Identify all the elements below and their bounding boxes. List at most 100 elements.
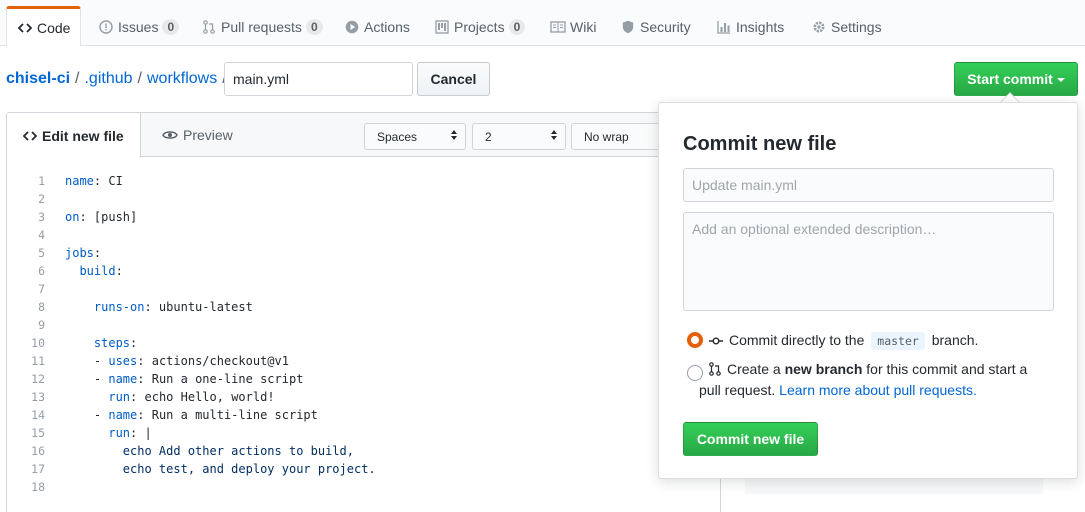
tab-issues-label: Issues xyxy=(118,18,159,35)
new-branch-prefix: Create a xyxy=(727,361,781,377)
code-line: 2 xyxy=(7,190,720,208)
commit-popover: Commit new file Commit directly to the m… xyxy=(658,102,1078,479)
tab-settings[interactable]: Settings xyxy=(801,6,892,47)
tab-insights[interactable]: Insights xyxy=(706,6,794,47)
tab-actions[interactable]: Actions xyxy=(334,6,420,47)
line-number: 12 xyxy=(31,372,45,386)
branch-name-badge: master xyxy=(871,332,925,350)
code-line: 11 - uses: actions/checkout@v1 xyxy=(7,352,720,370)
line-text xyxy=(45,280,65,298)
code-line: 12 - name: Run a one-line script xyxy=(7,370,720,388)
tab-issues[interactable]: Issues 0 xyxy=(88,6,189,47)
line-text: run: echo Hello, world! xyxy=(108,390,275,404)
tab-wiki-label: Wiki xyxy=(570,18,597,35)
line-number: 1 xyxy=(38,174,45,188)
select-arrows-icon xyxy=(451,130,458,140)
line-text: build: xyxy=(79,264,123,278)
indent-size-value: 2 xyxy=(485,129,492,144)
line-number: 17 xyxy=(31,462,45,476)
line-number: 3 xyxy=(38,210,45,224)
code-line: 17 echo test, and deploy your project. xyxy=(7,460,720,478)
breadcrumb-github-link[interactable]: .github xyxy=(84,70,132,88)
line-number: 10 xyxy=(31,336,45,350)
tab-security[interactable]: Security xyxy=(610,6,701,47)
issues-count-badge: 0 xyxy=(162,18,180,35)
projects-count-badge: 0 xyxy=(508,18,526,35)
cancel-button[interactable]: Cancel xyxy=(417,62,490,96)
pull-request-icon xyxy=(201,19,217,35)
new-branch-text: Create a new branch for this commit and … xyxy=(699,359,1041,401)
line-text: jobs: xyxy=(65,246,102,260)
line-text: run: | xyxy=(108,426,152,440)
tab-preview[interactable]: Preview xyxy=(146,113,249,157)
code-line: 9 xyxy=(7,316,720,334)
play-icon xyxy=(344,19,360,35)
line-text: echo Add other actions to build, xyxy=(65,444,354,458)
breadcrumb-workflows-link[interactable]: workflows xyxy=(147,70,217,88)
commit-description-input[interactable] xyxy=(683,212,1054,311)
commit-new-file-button[interactable]: Commit new file xyxy=(683,422,818,456)
code-area[interactable]: 1 name: CI 2 3 on: [push] 4 5 jobs: 6 build: 7 8 r… xyxy=(7,172,720,496)
line-text: - name: Run a multi-line script xyxy=(65,408,318,422)
code-line: 5 jobs: xyxy=(7,244,720,262)
indent-mode-select[interactable]: Spaces xyxy=(364,123,466,150)
commit-direct-suffix: branch. xyxy=(931,332,979,348)
tab-edit-new-file[interactable]: Edit new file xyxy=(7,113,141,158)
line-text xyxy=(45,478,65,496)
tab-wiki[interactable]: Wiki xyxy=(540,6,606,47)
commit-direct-radio[interactable] xyxy=(687,332,703,348)
code-line: 8 runs-on: ubuntu-latest xyxy=(7,298,720,316)
code-line: 10 steps: xyxy=(7,334,720,352)
line-text xyxy=(45,190,65,208)
new-branch-option[interactable]: Create a new branch for this commit and … xyxy=(687,359,1047,401)
code-line: 4 xyxy=(7,226,720,244)
repo-nav: Code Issues 0 Pull requests 0 Actions Pr… xyxy=(0,0,1085,47)
line-number: 15 xyxy=(31,426,45,440)
caret-down-icon xyxy=(1056,78,1065,83)
tab-projects[interactable]: Projects 0 xyxy=(424,6,535,47)
line-text: - uses: actions/checkout@v1 xyxy=(65,354,289,368)
line-number: 18 xyxy=(31,480,45,494)
code-icon xyxy=(17,20,33,36)
new-branch-bold: new branch xyxy=(784,361,863,377)
code-line: 1 name: CI xyxy=(7,172,720,190)
gear-icon xyxy=(811,19,827,35)
tab-settings-label: Settings xyxy=(831,18,882,35)
breadcrumb-repo-link[interactable]: chisel-ci xyxy=(6,70,70,88)
tab-code[interactable]: Code xyxy=(6,6,82,47)
code-line: 13 run: echo Hello, world! xyxy=(7,388,720,406)
code-line: 6 build: xyxy=(7,262,720,280)
tab-actions-label: Actions xyxy=(364,18,410,35)
breadcrumb: chisel-ci / .github / workflows / xyxy=(6,70,232,88)
code-line: 18 xyxy=(7,478,720,496)
breadcrumb-separator: / xyxy=(75,70,80,87)
tab-edit-label: Edit new file xyxy=(42,127,124,144)
tab-code-label: Code xyxy=(37,19,71,36)
filename-input[interactable] xyxy=(224,62,413,96)
line-number: 14 xyxy=(31,408,45,422)
learn-more-link[interactable]: Learn more about pull requests. xyxy=(779,382,977,398)
line-text: steps: xyxy=(93,336,138,350)
graph-icon xyxy=(716,19,732,35)
commit-icon xyxy=(709,330,723,348)
line-text: runs-on: ubuntu-latest xyxy=(93,300,253,314)
code-line: 15 run: | xyxy=(7,424,720,442)
code-line: 14 - name: Run a multi-line script xyxy=(7,406,720,424)
issue-icon xyxy=(98,19,114,35)
project-icon xyxy=(434,19,450,35)
shield-icon xyxy=(620,19,636,35)
line-number: 4 xyxy=(38,228,45,242)
commit-summary-input[interactable] xyxy=(683,168,1054,202)
line-number: 6 xyxy=(38,264,45,278)
tab-pull-requests[interactable]: Pull requests 0 xyxy=(191,6,333,47)
code-icon xyxy=(23,130,37,142)
eye-icon xyxy=(162,129,178,141)
wrap-mode-select[interactable]: No wrap xyxy=(571,123,665,150)
line-number: 13 xyxy=(31,390,45,404)
line-number: 9 xyxy=(38,318,45,332)
indent-size-select[interactable]: 2 xyxy=(472,123,566,150)
indent-mode-value: Spaces xyxy=(377,129,418,144)
line-text xyxy=(45,316,65,334)
commit-direct-option[interactable]: Commit directly to the master branch. xyxy=(687,330,978,352)
start-commit-button[interactable]: Start commit xyxy=(954,62,1078,96)
